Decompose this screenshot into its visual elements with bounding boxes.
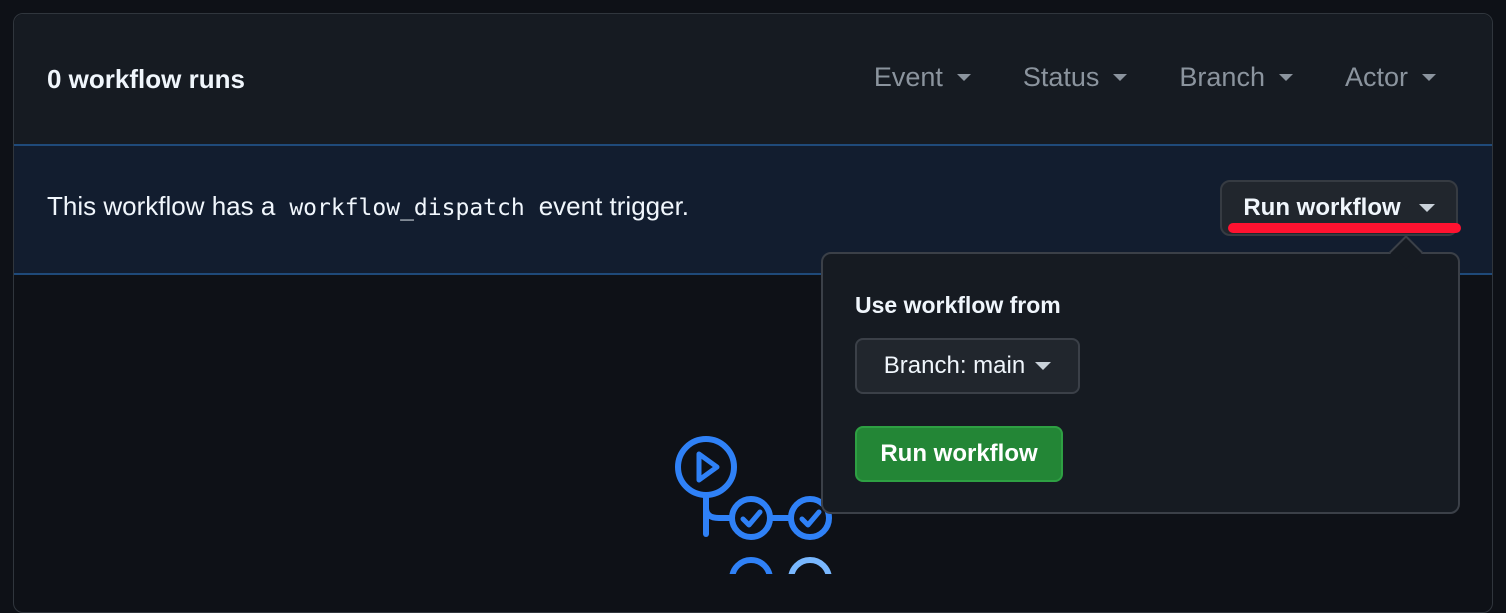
branch-select-button[interactable]: Branch: main: [855, 338, 1080, 394]
caret-down-icon: [1278, 74, 1293, 81]
caret-down-icon: [1035, 362, 1052, 370]
filter-event-label: Event: [873, 62, 943, 92]
caret-down-icon: [1422, 74, 1436, 81]
caret-down-icon: [1113, 74, 1128, 81]
banner-text-before: This workflow has a: [47, 191, 276, 221]
red-highlight-underline: [1228, 223, 1461, 233]
filter-actor[interactable]: Actor: [1345, 62, 1436, 93]
run-workflow-submit-button[interactable]: Run workflow: [855, 426, 1063, 482]
filter-actor-label: Actor: [1344, 62, 1408, 92]
runs-header: 0 workflow runs Event Status Branch Acto…: [14, 14, 1492, 144]
event-code: workflow_dispatch: [289, 195, 525, 221]
banner-text-after: event trigger.: [538, 191, 690, 221]
branch-select-label: Branch: main: [883, 352, 1026, 379]
filter-status-label: Status: [1022, 62, 1100, 92]
filter-event[interactable]: Event: [874, 62, 971, 93]
workflow-runs-panel: 0 workflow runs Event Status Branch Acto…: [13, 13, 1493, 613]
filter-branch[interactable]: Branch: [1179, 62, 1293, 93]
filter-bar: Event Status Branch Actor: [874, 62, 1436, 93]
filter-branch-label: Branch: [1179, 62, 1265, 92]
runs-count-title: 0 workflow runs: [47, 64, 245, 94]
dispatch-banner-text: This workflow has a workflow_dispatch ev…: [47, 191, 689, 222]
use-workflow-from-label: Use workflow from: [855, 292, 1061, 318]
caret-down-icon: [956, 74, 971, 81]
filter-status[interactable]: Status: [1023, 62, 1128, 93]
caret-down-icon: [1418, 204, 1435, 212]
run-workflow-popover: Use workflow from Branch: main Run workf…: [821, 235, 1460, 514]
run-workflow-dropdown-label: Run workflow: [1243, 194, 1401, 221]
